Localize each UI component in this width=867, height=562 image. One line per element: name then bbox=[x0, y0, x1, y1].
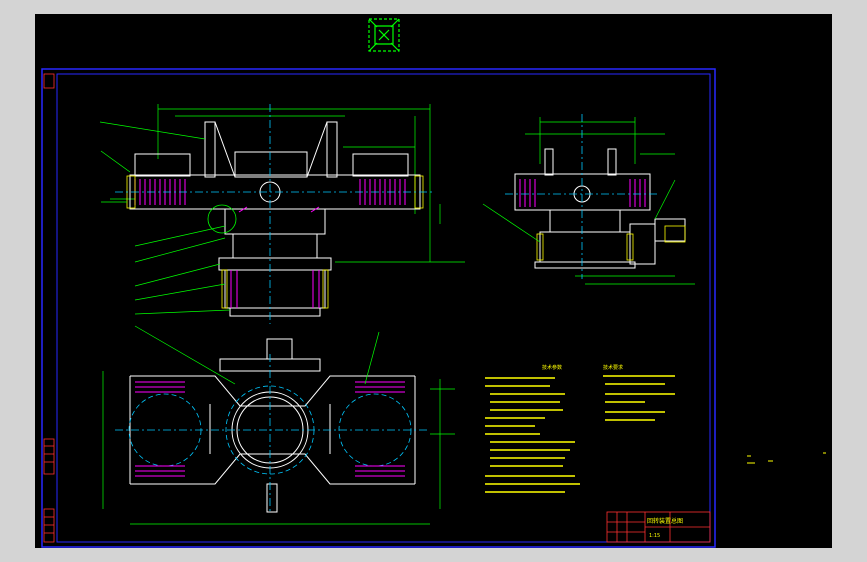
left-revision-strip bbox=[43, 73, 55, 543]
front-view bbox=[99, 104, 465, 324]
cad-window: 技术参数 技术要求 回转装置总图 1:15 bbox=[0, 0, 867, 562]
stray-marks bbox=[747, 452, 826, 464]
drawing-canvas[interactable]: 技术参数 技术要求 回转装置总图 1:15 bbox=[35, 14, 832, 548]
technical-parameters-heading: 技术参数 bbox=[542, 364, 562, 371]
sheet-border bbox=[41, 68, 716, 548]
drawing-title: 回转装置总图 bbox=[647, 517, 683, 525]
technical-requirements-heading: 技术要求 bbox=[603, 364, 623, 371]
drawing-scale: 1:15 bbox=[649, 533, 660, 539]
side-view bbox=[482, 114, 695, 285]
title-block: 回转装置总图 1:15 bbox=[606, 511, 711, 543]
plan-view bbox=[102, 325, 455, 525]
technical-notes: 技术参数 技术要求 bbox=[542, 364, 623, 371]
green-viewcube-icon[interactable] bbox=[368, 18, 400, 52]
notes-text-lines bbox=[485, 375, 675, 493]
